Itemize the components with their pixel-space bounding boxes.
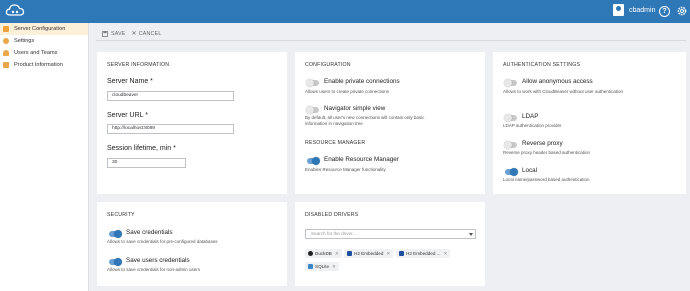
close-icon: ✕ (131, 31, 137, 37)
user-menu[interactable]: cbadmin (613, 4, 655, 16)
reverse-proxy-title: Reverse proxy (522, 140, 563, 147)
server-name-label: Server Name * (107, 78, 153, 85)
remove-icon[interactable]: ✕ (443, 251, 447, 257)
resource-manager-section-title: RESOURCE MANAGER (305, 140, 366, 146)
sqlite-icon (308, 264, 313, 269)
save-label: SAVE (111, 30, 126, 37)
driver-chip[interactable]: SQLite ✕ (305, 262, 339, 271)
navigator-simple-view-toggle[interactable] (306, 106, 319, 114)
save-icon (102, 30, 108, 37)
resource-manager-desc: Enables Resource Manager functionality (305, 167, 386, 172)
card-title: CONFIGURATION (305, 62, 351, 68)
local-auth-toggle[interactable] (505, 168, 518, 176)
toolbar: SAVE ✕ CANCEL (96, 27, 686, 41)
private-connections-title: Enable private connections (324, 78, 400, 85)
save-users-credentials-toggle[interactable] (109, 258, 122, 266)
save-users-credentials-title: Save users credentials (126, 257, 190, 264)
cancel-label: CANCEL (138, 30, 162, 37)
resource-manager-title: Enable Resource Manager (324, 156, 399, 163)
security-card: SECURITY Save credentials Allows to save… (97, 202, 287, 286)
sidebar-item-label: Settings (14, 38, 35, 44)
sidebar-item-users-and-teams[interactable]: Users and Teams (0, 47, 88, 59)
sidebar-item-label: Server Configuration (14, 26, 66, 32)
save-credentials-desc: Allows to save credentials for pre-confi… (107, 239, 218, 244)
card-title: AUTHENTICATION SETTINGS (503, 62, 581, 68)
sidebar-item-server-configuration[interactable]: Server Configuration (0, 23, 88, 35)
sidebar-item-product-information[interactable]: Product Information (0, 59, 88, 71)
disabled-drivers-card: DISABLED DRIVERS Search for the driver..… (295, 202, 485, 286)
reverse-proxy-desc: Reverse proxy header based authenticatio… (503, 150, 591, 155)
remove-icon[interactable]: ✕ (332, 264, 336, 270)
card-title: SECURITY (107, 212, 135, 218)
navigator-simple-view-title: Navigator simple view (324, 105, 386, 112)
server-url-input[interactable]: http://localhost:8089 (107, 124, 234, 134)
card-title: DISABLED DRIVERS (305, 212, 359, 218)
server-information-card: SERVER INFORMATION Server Name * cloudbe… (97, 52, 287, 194)
info-icon (3, 62, 9, 68)
sidebar-item-label: Product Information (14, 62, 63, 68)
help-icon[interactable]: ? (659, 6, 670, 17)
session-lifetime-label: Session lifetime, min * (107, 145, 176, 152)
navigator-simple-view-desc: By default, all user's new connections w… (305, 115, 425, 127)
private-connections-desc: Allows users to create private connectio… (305, 89, 390, 94)
configuration-card: CONFIGURATION Enable private connections… (295, 52, 485, 194)
chevron-down-icon[interactable] (469, 233, 473, 236)
driver-chip-label: H2 Embedded ... (406, 251, 441, 256)
duckdb-icon (308, 251, 313, 256)
sidebar-item-label: Users and Teams (14, 50, 58, 56)
h2-icon (399, 251, 404, 256)
server-icon (3, 26, 9, 32)
driver-chip-label: DuckDB (315, 251, 332, 256)
driver-chip[interactable]: DuckDB ✕ (305, 249, 342, 258)
card-title: SERVER INFORMATION (107, 62, 170, 68)
server-url-label: Server URL * (107, 112, 148, 119)
resource-manager-toggle[interactable] (307, 157, 320, 165)
authentication-settings-card: AUTHENTICATION SETTINGS Allow anonymous … (493, 52, 686, 194)
driver-chip[interactable]: H2 Embedded ... ✕ (396, 249, 451, 258)
save-credentials-toggle[interactable] (109, 230, 122, 238)
local-auth-desc: Local name/password based authentication (503, 177, 590, 182)
reverse-proxy-toggle[interactable] (504, 141, 517, 149)
cancel-button[interactable]: ✕ CANCEL (131, 30, 162, 38)
gear-icon[interactable] (676, 5, 688, 17)
ldap-desc: LDAP authentication provider (503, 123, 562, 128)
ldap-toggle[interactable] (504, 114, 517, 122)
top-bar: cbadmin ? (0, 0, 690, 23)
h2-icon (347, 251, 352, 256)
remove-icon[interactable]: ✕ (386, 251, 390, 257)
server-name-input[interactable]: cloudbeaver (107, 91, 234, 101)
driver-chip-label: H2 Embedded (354, 251, 384, 256)
user-name: cbadmin (629, 6, 656, 14)
session-lifetime-input[interactable]: 30 (107, 158, 186, 168)
user-avatar-icon (613, 4, 624, 16)
ldap-title: LDAP (522, 113, 539, 120)
anonymous-access-desc: Allows to work with CloudBeaver without … (503, 89, 624, 94)
save-users-credentials-desc: Allows to save credentials for non-admin… (107, 267, 201, 272)
save-button[interactable]: SAVE (102, 31, 126, 37)
private-connections-toggle[interactable] (306, 79, 319, 87)
sidebar: Server Configuration Settings Users and … (0, 23, 89, 291)
cloudbeaver-logo[interactable] (5, 2, 25, 20)
remove-icon[interactable]: ✕ (335, 251, 339, 257)
save-credentials-title: Save credentials (126, 229, 173, 236)
anonymous-access-title: Allow anonymous access (522, 78, 593, 85)
driver-chip[interactable]: H2 Embedded ✕ (344, 249, 394, 258)
driver-chip-label: SQLite (315, 264, 330, 269)
driver-search-select[interactable]: Search for the driver... (305, 229, 476, 239)
sidebar-item-settings[interactable]: Settings (0, 35, 88, 47)
users-icon (3, 50, 9, 56)
gear-icon (3, 38, 9, 44)
local-auth-title: Local (522, 167, 538, 174)
anonymous-access-toggle[interactable] (504, 79, 517, 87)
